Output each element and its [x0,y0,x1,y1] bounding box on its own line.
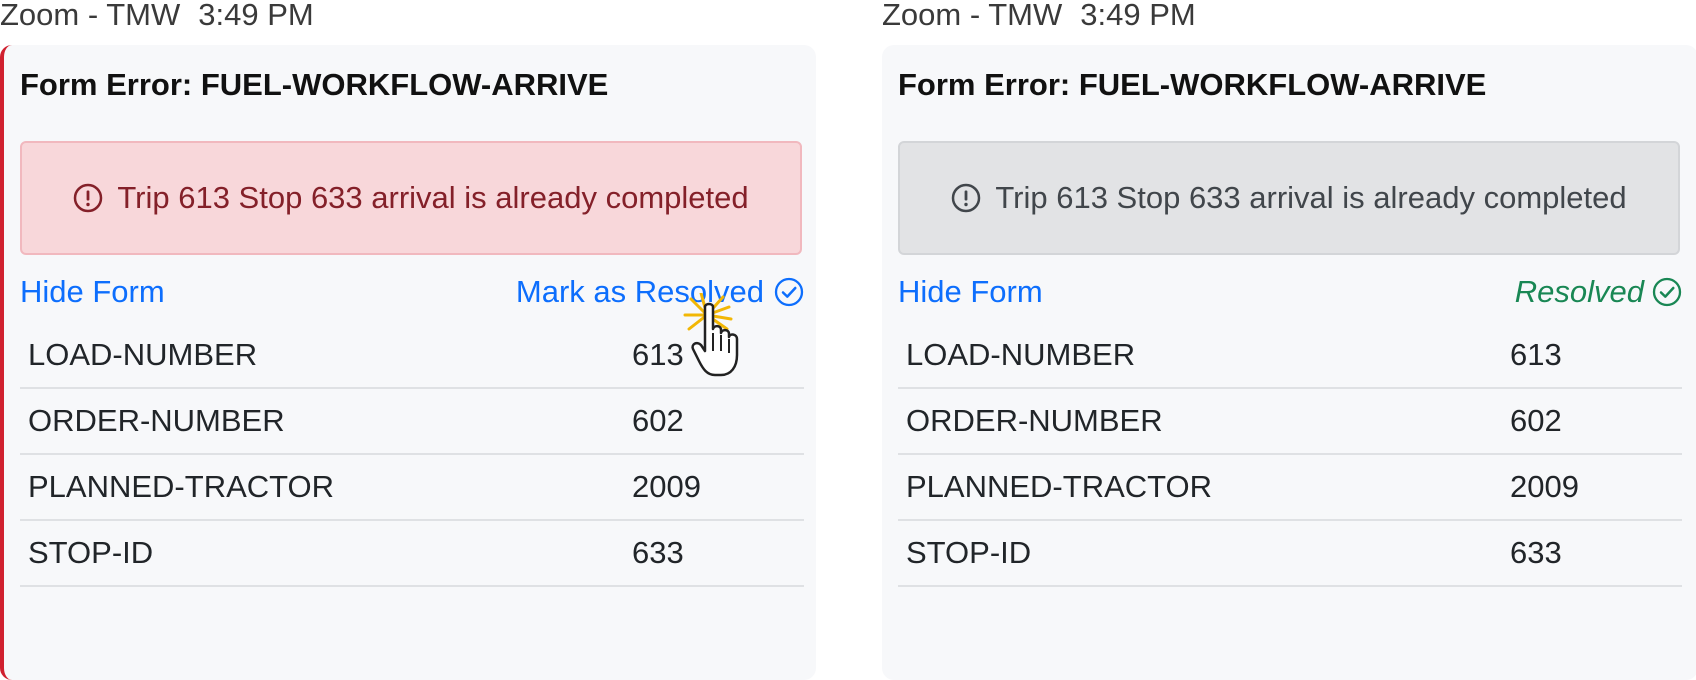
error-alert: Trip 613 Stop 633 arrival is already com… [20,141,802,255]
form-fields-table: LOAD-NUMBER 613 ORDER-NUMBER 602 PLANNED-T… [20,323,804,587]
field-name: PLANNED-TRACTOR [898,454,1510,521]
field-name: ORDER-NUMBER [20,388,632,455]
hide-form-link[interactable]: Hide Form [20,272,165,312]
field-value: 602 [1510,388,1682,455]
form-error-title: Form Error: FUEL-WORKFLOW-ARRIVE [898,67,1487,102]
form-error-card: Form Error: FUEL-WORKFLOW-ARRIVE Trip 61… [0,45,816,680]
timestamp: 3:49 PM [198,0,314,32]
table-row: ORDER-NUMBER 602 [20,388,804,455]
field-name: STOP-ID [898,520,1510,587]
hide-form-link[interactable]: Hide Form [898,272,1043,312]
check-circle-icon [1652,277,1682,307]
field-name: PLANNED-TRACTOR [20,454,632,521]
table-row: PLANNED-TRACTOR 2009 [20,454,804,521]
table-row: LOAD-NUMBER 613 [20,323,804,389]
form-fields-table: LOAD-NUMBER 613 ORDER-NUMBER 602 PLANNED-T… [898,323,1682,587]
alert-message: Trip 613 Stop 633 arrival is already com… [117,180,749,215]
field-value: 633 [632,520,804,587]
field-value: 613 [1510,323,1682,389]
form-error-title: Form Error: FUEL-WORKFLOW-ARRIVE [20,67,609,102]
window-meta: Zoom - TMW 3:49 PM [882,0,1196,30]
form-actions: Hide Form Resolved [898,272,1682,312]
timestamp: 3:49 PM [1080,0,1196,32]
error-alert: Trip 613 Stop 633 arrival is already com… [898,141,1680,255]
resolved-status: Resolved [1515,272,1682,312]
table-row: PLANNED-TRACTOR 2009 [898,454,1682,521]
field-name: LOAD-NUMBER [20,323,632,389]
field-value: 2009 [632,454,804,521]
alert-circle-icon [73,183,103,213]
field-name: STOP-ID [20,520,632,587]
alert-message: Trip 613 Stop 633 arrival is already com… [995,180,1627,215]
form-actions: Hide Form Mark as Resolved [20,272,804,312]
table-row: LOAD-NUMBER 613 [898,323,1682,389]
field-name: LOAD-NUMBER [898,323,1510,389]
window-title: Zoom - TMW [882,0,1063,32]
mark-as-resolved-label: Mark as Resolved [515,274,764,309]
panel-before: Zoom - TMW 3:49 PM Form Error: FUEL-WORKF… [0,0,820,680]
field-name: ORDER-NUMBER [898,388,1510,455]
resolved-label: Resolved [1514,274,1644,309]
window-title: Zoom - TMW [0,0,181,32]
field-value: 633 [1510,520,1682,587]
window-meta: Zoom - TMW 3:49 PM [0,0,314,30]
table-row: STOP-ID 633 [20,520,804,587]
field-value: 613 [632,323,804,389]
panel-after: Zoom - TMW 3:49 PM Form Error: FUEL-WORKF… [882,0,1696,680]
field-value: 2009 [1510,454,1682,521]
check-circle-icon [774,277,804,307]
table-row: ORDER-NUMBER 602 [898,388,1682,455]
field-value: 602 [632,388,804,455]
mark-as-resolved-link[interactable]: Mark as Resolved [516,272,804,312]
form-error-card: Form Error: FUEL-WORKFLOW-ARRIVE Trip 61… [882,45,1696,680]
table-row: STOP-ID 633 [898,520,1682,587]
alert-circle-icon [951,183,981,213]
